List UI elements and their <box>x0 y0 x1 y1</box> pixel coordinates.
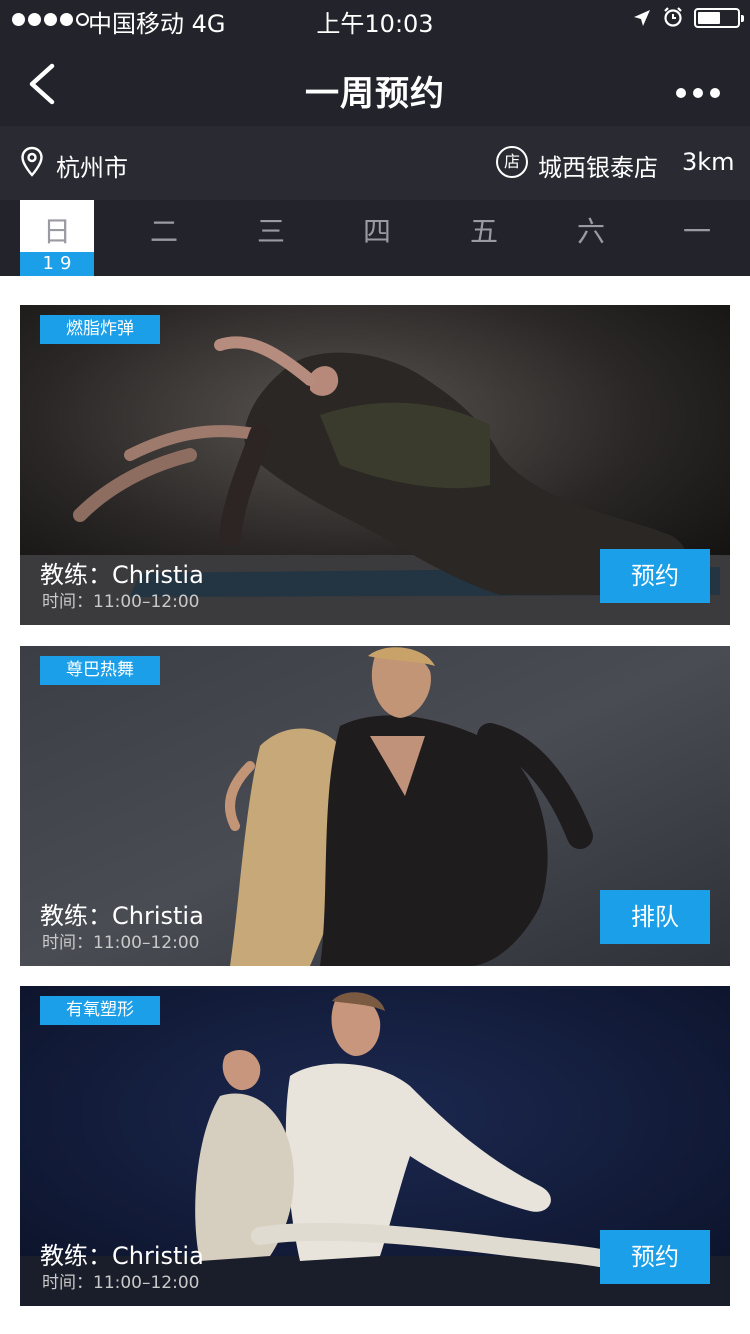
day-tab-label: 四 <box>362 215 391 248</box>
coach-name: 教练：Christia <box>40 1242 204 1270</box>
day-tab-label: 一 <box>682 215 711 248</box>
class-time: 时间：11:00–12:00 <box>42 1273 200 1293</box>
class-tag: 燃脂炸弹 <box>40 315 160 344</box>
location-pin-icon <box>21 146 43 177</box>
day-tab-date: 19 <box>20 252 94 276</box>
day-tab-label: 日 <box>42 215 71 248</box>
book-button[interactable]: 预约 <box>600 549 710 603</box>
class-tag: 尊巴热舞 <box>40 656 160 685</box>
day-tab-sun[interactable]: 日 19 <box>20 200 94 276</box>
class-time: 时间：11:00–12:00 <box>42 592 200 612</box>
day-tab-label: 二 <box>149 215 178 248</box>
day-tab-fri[interactable]: 五 <box>447 200 521 276</box>
location-arrow-icon <box>634 10 650 26</box>
battery-icon <box>694 8 744 28</box>
location-bar: 杭州市 店 城西银泰店 3km <box>0 126 750 200</box>
day-tab-tue[interactable]: 二 <box>127 200 201 276</box>
coach-name: 教练：Christia <box>40 561 204 589</box>
page-title: 一周预约 <box>305 74 445 114</box>
class-card[interactable]: 尊巴热舞 教练：Christia 时间：11:00–12:00 排队 <box>20 646 730 966</box>
day-tab-label: 五 <box>469 215 498 248</box>
coach-name: 教练：Christia <box>40 902 204 930</box>
store-icon: 店 <box>496 146 528 178</box>
day-tab-mon[interactable]: 一 <box>660 200 734 276</box>
class-card[interactable]: 有氧塑形 教练：Christia 时间：11:00–12:00 预约 <box>20 986 730 1306</box>
city-selector[interactable]: 杭州市 <box>56 148 128 183</box>
store-distance: 3km <box>682 148 735 176</box>
day-tab-wed[interactable]: 三 <box>234 200 308 276</box>
class-time: 时间：11:00–12:00 <box>42 933 200 953</box>
class-card[interactable]: 燃脂炸弹 教练：Christia 时间：11:00–12:00 预约 <box>20 305 730 625</box>
day-tab-label: 六 <box>576 215 605 248</box>
more-icon[interactable] <box>676 88 720 98</box>
day-tabs: 日 19 二 三 四 五 六 一 <box>0 200 750 276</box>
book-button[interactable]: 预约 <box>600 1230 710 1284</box>
nav-bar: 一周预约 <box>0 40 750 126</box>
day-tab-sat[interactable]: 六 <box>554 200 628 276</box>
day-tab-label: 三 <box>256 215 285 248</box>
class-tag: 有氧塑形 <box>40 996 160 1025</box>
day-tab-thu[interactable]: 四 <box>340 200 414 276</box>
alarm-icon <box>664 7 682 27</box>
queue-button[interactable]: 排队 <box>600 890 710 944</box>
store-selector[interactable]: 城西银泰店 <box>538 148 658 183</box>
status-bar: 中国移动 4G 上午10:03 <box>0 0 750 40</box>
